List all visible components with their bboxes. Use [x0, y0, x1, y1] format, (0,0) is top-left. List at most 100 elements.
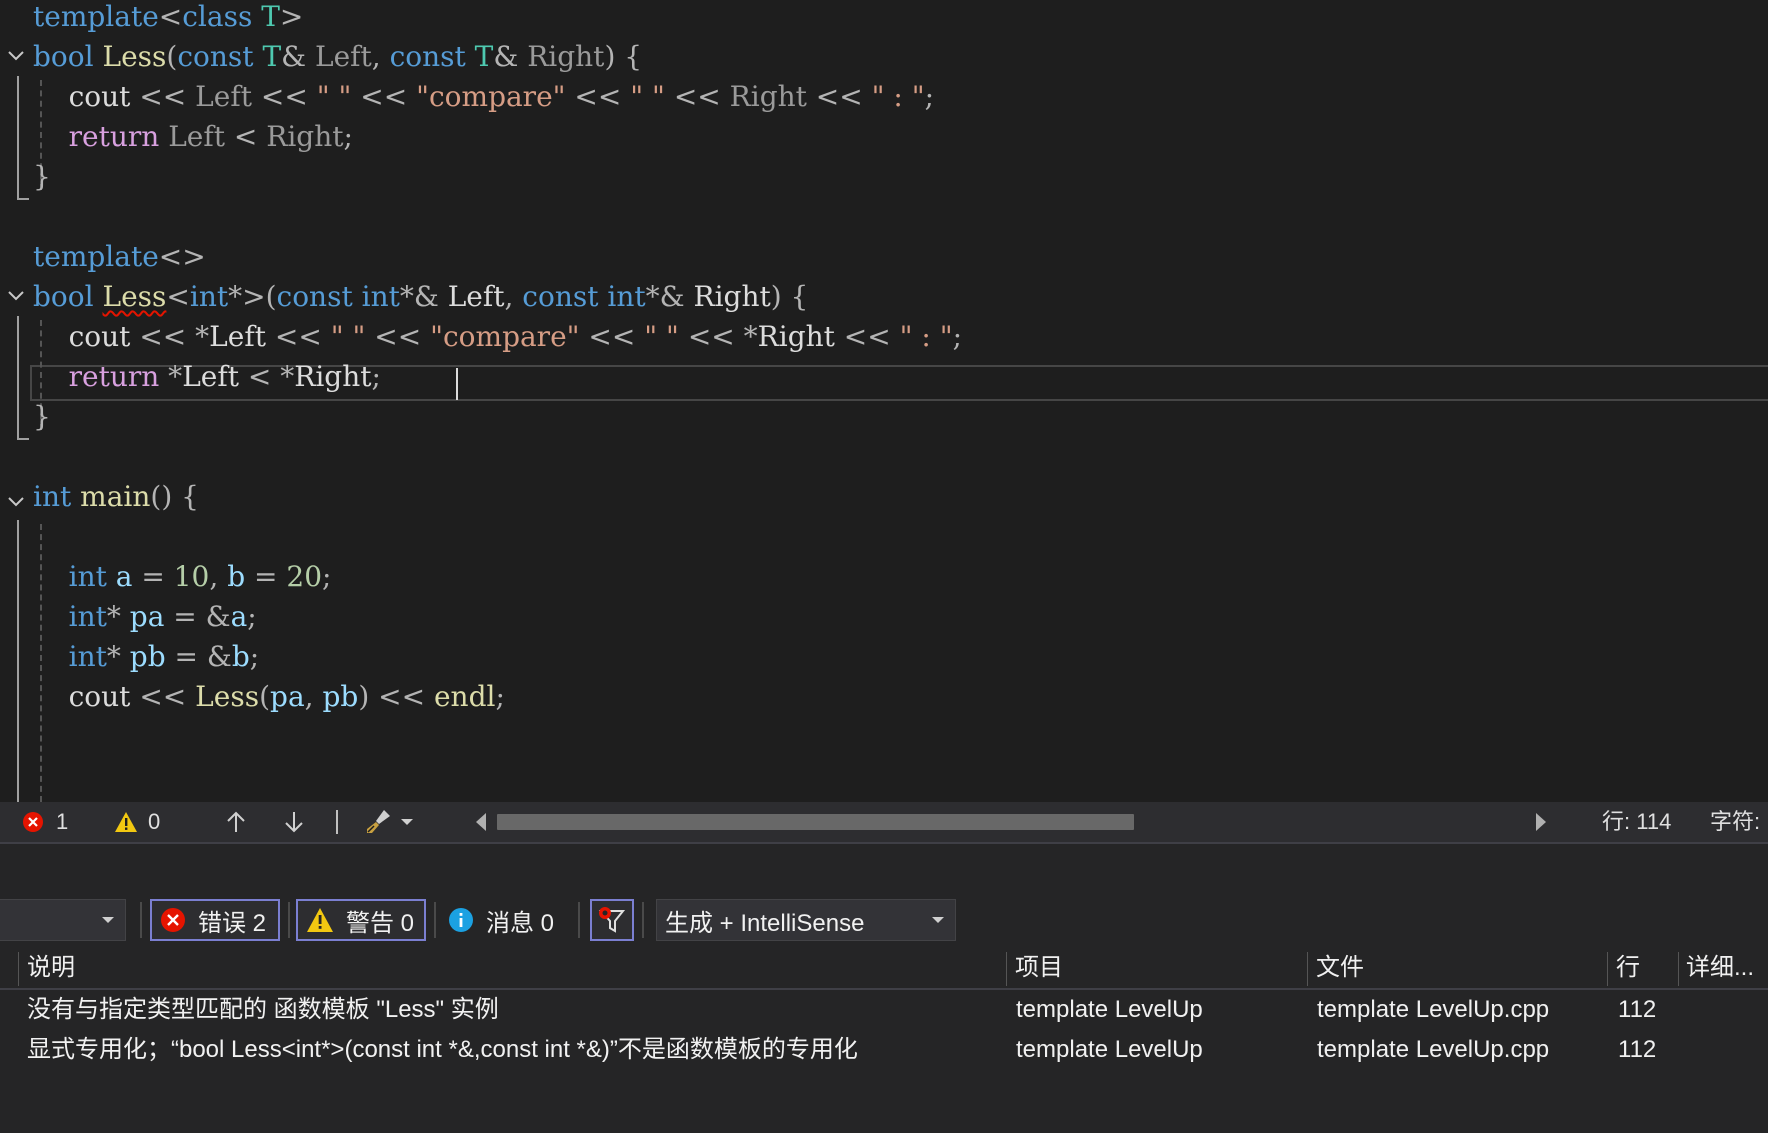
table-row[interactable]: 显式专用化；“bool Less<int*>(const int *&,cons…: [0, 1030, 1768, 1070]
code-token: ,: [304, 680, 323, 713]
error-list-toolbar: 错误 2 警告 0 消息 0 生成 + IntelliSense: [0, 892, 1768, 948]
char-indicator[interactable]: 字符:: [1710, 802, 1760, 842]
build-source-dropdown[interactable]: 生成 + IntelliSense: [656, 899, 956, 941]
code-token: <<: [565, 80, 631, 113]
scope-dropdown[interactable]: [0, 899, 126, 941]
code-token: <: [158, 0, 183, 33]
error-indicator[interactable]: 1: [22, 802, 68, 842]
code-token: endl: [433, 680, 496, 713]
code-token: pb: [129, 640, 166, 673]
column-separator: [1006, 952, 1007, 986]
messages-filter-button[interactable]: 消息 0: [448, 899, 570, 941]
code-line[interactable]: }: [33, 157, 51, 197]
fold-bracket: [17, 316, 19, 440]
code-line[interactable]: template<class T>: [33, 0, 303, 37]
horizontal-scrollbar[interactable]: [497, 812, 1537, 832]
fold-bracket: [17, 76, 19, 200]
code-line[interactable]: template<>: [33, 237, 206, 277]
column-header-line[interactable]: 行: [1616, 948, 1640, 988]
code-token: =: [245, 560, 287, 593]
code-cleanup-button[interactable]: [364, 808, 414, 836]
code-token: Right: [757, 320, 835, 353]
code-token: " ": [644, 320, 679, 353]
code-token: Left: [195, 80, 252, 113]
code-token: <<: [130, 80, 196, 113]
code-token: Right: [294, 360, 372, 393]
code-editor[interactable]: template<class T> bool Less(const T& Left…: [0, 0, 1768, 802]
error-line: 112: [1618, 1036, 1657, 1063]
line-number-indicator[interactable]: 行: 114: [1602, 802, 1671, 842]
code-token: = &: [164, 600, 231, 633]
code-line[interactable]: bool Less<int*>(const int*& Left, const …: [33, 277, 808, 317]
code-token: T: [261, 0, 280, 33]
chevron-down-icon: [102, 917, 114, 923]
error-count: 1: [56, 809, 69, 834]
errors-filter-button[interactable]: 错误 2: [150, 899, 280, 941]
code-token: Right: [527, 40, 605, 73]
code-token: <>: [158, 240, 206, 273]
code-token: T: [474, 40, 494, 73]
code-token: *: [159, 360, 183, 393]
error-squiggle-token: Less: [102, 280, 167, 313]
column-header-description[interactable]: 说明: [27, 948, 75, 988]
code-token: << *: [678, 320, 758, 353]
code-line[interactable]: int* pb = &b;: [33, 637, 260, 677]
scrollbar-thumb[interactable]: [497, 814, 1134, 830]
error-file: template LevelUp.cpp: [1317, 1036, 1550, 1063]
code-token: template: [33, 0, 159, 33]
column-header-file[interactable]: 文件: [1316, 948, 1364, 988]
code-line[interactable]: cout << Less(pa, pb) << endl;: [33, 677, 505, 717]
code-token: " ": [630, 80, 665, 113]
collapse-chevron-icon[interactable]: [6, 46, 26, 66]
code-line[interactable]: return *Left < *Right;: [33, 357, 381, 397]
code-token: <<: [251, 80, 317, 113]
code-token: Left: [182, 360, 239, 393]
arrow-down-icon[interactable]: [282, 810, 306, 834]
code-token: ;: [495, 680, 505, 713]
table-row[interactable]: 没有与指定类型匹配的 函数模板 "Less" 实例 template Level…: [0, 990, 1768, 1030]
clear-filter-button[interactable]: [590, 899, 634, 941]
code-token: ;: [343, 120, 353, 153]
code-line[interactable]: return Left < Right;: [33, 117, 353, 157]
info-icon: [449, 908, 473, 932]
code-line[interactable]: int main() {: [33, 477, 199, 517]
editor-status-strip: 1 0 行: 114 字符:: [0, 802, 1768, 842]
scroll-right-icon[interactable]: [1534, 812, 1548, 832]
code-token: bool: [33, 40, 94, 73]
code-line[interactable]: int* pa = &a;: [33, 597, 257, 637]
code-line[interactable]: int a = 10, b = 20;: [33, 557, 332, 597]
error-description: 没有与指定类型匹配的 函数模板 "Less" 实例: [27, 996, 499, 1023]
code-line[interactable]: cout << *Left << " " << "compare" << " "…: [33, 317, 962, 357]
toolbar-separator: [578, 902, 580, 938]
code-token: T: [262, 40, 282, 73]
collapse-chevron-icon[interactable]: [6, 286, 26, 306]
code-token: < *: [238, 360, 295, 393]
code-token: =: [132, 560, 174, 593]
code-line[interactable]: cout << Left << " " << "compare" << " " …: [33, 77, 934, 117]
column-header-project[interactable]: 项目: [1015, 948, 1063, 988]
code-token: Left: [209, 320, 266, 353]
panel-splitter[interactable]: [0, 842, 1768, 894]
code-token: ) {: [770, 280, 809, 313]
code-token: <<: [130, 680, 196, 713]
code-token: const: [177, 40, 254, 73]
code-line[interactable]: }: [33, 397, 51, 437]
code-line[interactable]: bool Less(const T& Left, const T& Right)…: [33, 37, 642, 77]
code-token: &: [493, 40, 528, 73]
scroll-left-icon[interactable]: [474, 812, 488, 832]
arrow-up-icon[interactable]: [224, 810, 248, 834]
chevron-down-icon: [401, 819, 413, 825]
column-header-details[interactable]: 详细...: [1686, 948, 1754, 988]
collapse-chevron-icon[interactable]: [6, 492, 26, 512]
warning-indicator[interactable]: 0: [114, 802, 160, 842]
error-file: template LevelUp.cpp: [1317, 996, 1550, 1023]
warnings-filter-button[interactable]: 警告 0: [296, 899, 426, 941]
code-token: ;: [924, 80, 935, 113]
code-token: "compare": [430, 320, 580, 353]
code-token: int: [607, 280, 646, 313]
error-list-table: 说明 项目 文件 行 详细... 没有与指定类型匹配的 函数模板 "Less" …: [0, 948, 1768, 1133]
column-separator: [18, 952, 19, 986]
